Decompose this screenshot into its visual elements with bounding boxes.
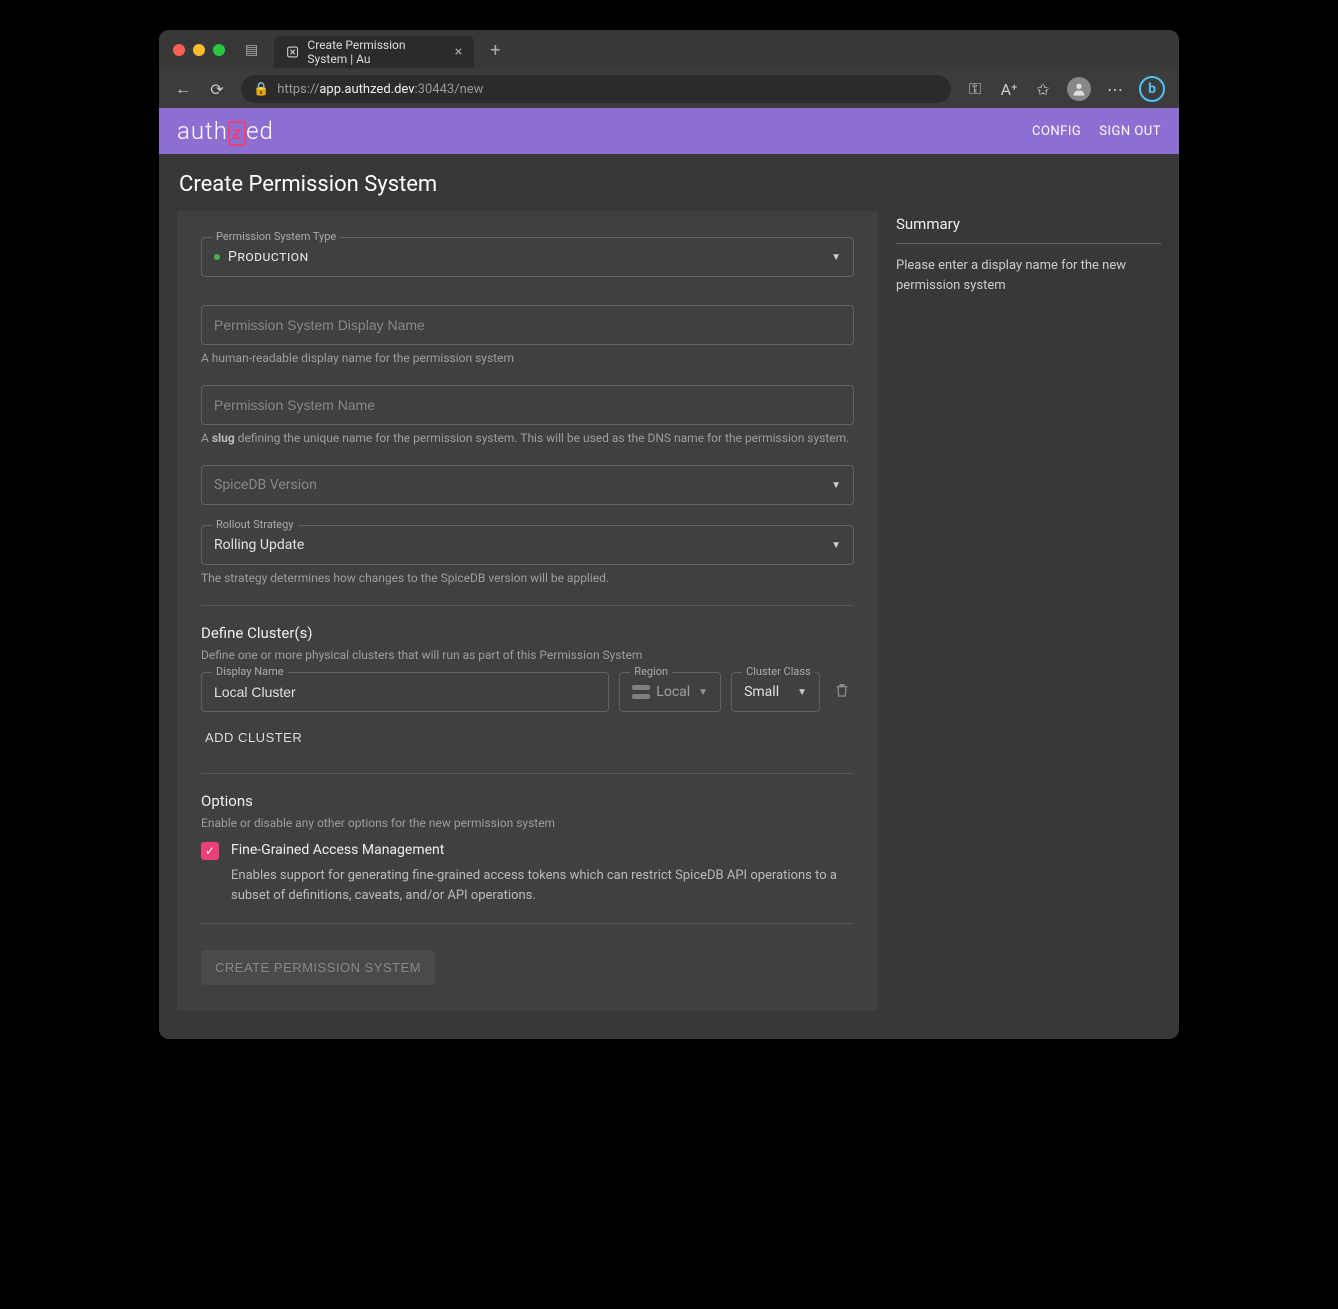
- clusters-heading: Define Cluster(s): [201, 624, 854, 642]
- divider: [201, 773, 854, 774]
- cluster-display-input[interactable]: [214, 684, 596, 700]
- system-type-label: Permission System Type: [212, 230, 340, 243]
- chevron-down-icon: ▼: [698, 687, 708, 698]
- rollout-select[interactable]: Rollout Strategy Rolling Update ▼: [201, 525, 854, 565]
- back-button[interactable]: ←: [173, 79, 193, 99]
- bing-icon[interactable]: b: [1139, 76, 1165, 102]
- summary-text: Please enter a display name for the new …: [896, 256, 1161, 295]
- divider: [201, 605, 854, 606]
- close-window[interactable]: [173, 44, 185, 56]
- window-controls: [173, 44, 225, 56]
- profile-avatar[interactable]: [1067, 77, 1091, 101]
- server-icon: [632, 685, 650, 699]
- clusters-sub: Define one or more physical clusters tha…: [201, 648, 854, 662]
- display-name-input[interactable]: [214, 317, 841, 333]
- favorite-icon[interactable]: ✩: [1033, 80, 1053, 99]
- read-aloud-icon[interactable]: A⁺: [999, 80, 1019, 99]
- rollout-label: Rollout Strategy: [212, 518, 298, 531]
- version-placeholder: SpiceDB Version: [214, 477, 831, 493]
- chevron-down-icon: ▼: [831, 480, 841, 491]
- address-bar[interactable]: 🔒 https://app.authzed.dev:30443/new: [241, 75, 951, 103]
- tab-favicon-icon: [286, 44, 299, 60]
- app-nav: CONFIG SIGN OUT: [1032, 124, 1161, 139]
- display-name-field[interactable]: [201, 305, 854, 345]
- browser-window: ▤ Create Permission System | Au × + ← ⟳ …: [159, 30, 1179, 1039]
- divider: [201, 923, 854, 924]
- chevron-down-icon: ▼: [797, 687, 807, 698]
- fgam-label: Fine-Grained Access Management: [231, 842, 444, 858]
- page: Create Permission System Permission Syst…: [159, 154, 1179, 1039]
- rollout-value: Rolling Update: [214, 537, 831, 553]
- cluster-class-select[interactable]: Cluster Class Small ▼: [731, 672, 820, 712]
- reload-button[interactable]: ⟳: [207, 80, 227, 99]
- status-dot-icon: [214, 254, 220, 260]
- chevron-down-icon: ▼: [831, 540, 841, 551]
- page-title: Create Permission System: [159, 154, 1179, 211]
- fgam-checkbox[interactable]: ✓: [201, 842, 219, 860]
- summary-panel: Summary Please enter a display name for …: [896, 211, 1161, 295]
- trash-icon: [834, 682, 850, 698]
- content-row: Permission System Type Production ▼ A hu…: [159, 211, 1179, 1039]
- create-button[interactable]: CREATE PERMISSION SYSTEM: [201, 950, 435, 985]
- system-type-value: Production: [228, 249, 831, 265]
- cluster-row: Display Name Region Local ▼: [201, 672, 854, 712]
- new-tab-button[interactable]: +: [490, 40, 500, 61]
- cluster-display-label: Display Name: [212, 665, 288, 678]
- toolbar-right: ⚿ A⁺ ✩ ⋯ b: [965, 76, 1165, 102]
- chevron-down-icon: ▼: [831, 252, 841, 263]
- key-icon[interactable]: ⚿: [965, 79, 985, 99]
- cluster-class-label: Cluster Class: [742, 665, 815, 678]
- url: https://app.authzed.dev:30443/new: [277, 82, 483, 97]
- version-select[interactable]: SpiceDB Version ▼: [201, 465, 854, 505]
- sidebar-icon[interactable]: ▤: [245, 42, 258, 58]
- form-panel: Permission System Type Production ▼ A hu…: [177, 211, 878, 1011]
- titlebar: ▤ Create Permission System | Au × +: [159, 30, 1179, 70]
- maximize-window[interactable]: [213, 44, 225, 56]
- system-name-helper: A slug defining the unique name for the …: [201, 431, 854, 445]
- cluster-region-value: Local: [656, 684, 690, 700]
- options-sub: Enable or disable any other options for …: [201, 816, 854, 830]
- options-heading: Options: [201, 792, 854, 810]
- cluster-region-select: Region Local ▼: [619, 672, 721, 712]
- logo[interactable]: authzed: [177, 117, 274, 146]
- close-tab-icon[interactable]: ×: [455, 44, 462, 60]
- cluster-class-value: Small: [744, 684, 779, 700]
- display-name-helper: A human-readable display name for the pe…: [201, 351, 854, 365]
- minimize-window[interactable]: [193, 44, 205, 56]
- more-icon[interactable]: ⋯: [1105, 80, 1125, 99]
- add-cluster-button[interactable]: ADD CLUSTER: [201, 720, 306, 755]
- nav-signout[interactable]: SIGN OUT: [1099, 124, 1161, 139]
- rollout-helper: The strategy determines how changes to t…: [201, 571, 854, 585]
- system-name-input[interactable]: [214, 397, 841, 413]
- system-type-select[interactable]: Permission System Type Production ▼: [201, 237, 854, 277]
- app-header: authzed CONFIG SIGN OUT: [159, 108, 1179, 154]
- system-name-field[interactable]: [201, 385, 854, 425]
- fgam-option: ✓ Fine-Grained Access Management: [201, 842, 854, 860]
- lock-icon: 🔒: [253, 82, 269, 97]
- tab-title: Create Permission System | Au: [307, 38, 442, 66]
- person-icon: [1071, 81, 1087, 97]
- nav-config[interactable]: CONFIG: [1032, 124, 1081, 139]
- browser-tab[interactable]: Create Permission System | Au ×: [274, 36, 474, 68]
- summary-title: Summary: [896, 215, 1161, 244]
- delete-cluster-button[interactable]: [830, 678, 854, 706]
- browser-toolbar: ← ⟳ 🔒 https://app.authzed.dev:30443/new …: [159, 70, 1179, 108]
- cluster-display-field[interactable]: Display Name: [201, 672, 609, 712]
- fgam-desc: Enables support for generating fine-grai…: [231, 866, 854, 905]
